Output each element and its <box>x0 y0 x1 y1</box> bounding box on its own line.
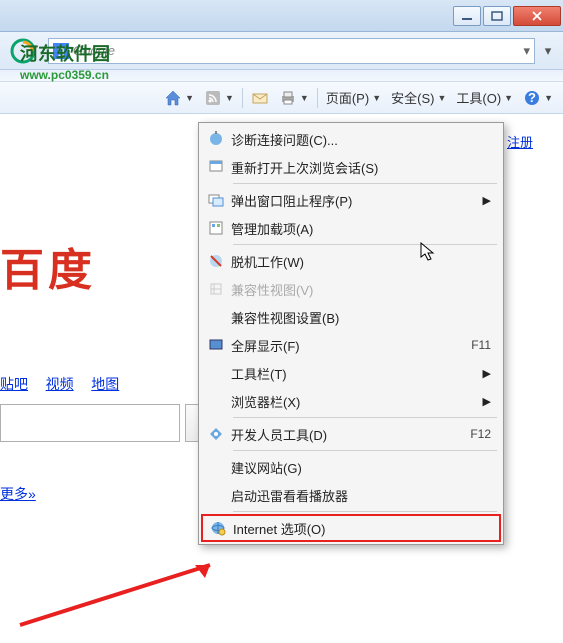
annotation-arrow-icon <box>10 560 230 633</box>
devtools-icon <box>201 425 231 443</box>
nav-links: 贴吧 视频 地图 <box>0 374 133 394</box>
printer-icon <box>279 89 297 107</box>
watermark-text: 河东软件园 www.pc0359.cn <box>20 40 110 82</box>
menu-suggested-sites[interactable]: 建议网站(G) <box>201 453 501 481</box>
search-input-box[interactable] <box>0 404 180 442</box>
search-input[interactable] <box>1 405 179 441</box>
submenu-arrow-icon: ▶ <box>483 395 491 408</box>
fullscreen-icon <box>201 336 231 354</box>
svg-text:?: ? <box>528 90 536 105</box>
popup-icon <box>201 191 231 209</box>
nav-map[interactable]: 地图 <box>91 376 119 392</box>
help-icon: ? <box>523 89 541 107</box>
help-button[interactable]: ?▼ <box>519 86 557 110</box>
nav-video[interactable]: 视频 <box>46 376 74 392</box>
feeds-button[interactable]: ▼ <box>200 86 238 110</box>
menu-devtools[interactable]: 开发人员工具(D) F12 <box>201 420 501 448</box>
rss-icon <box>204 89 222 107</box>
more-link[interactable]: 更多» <box>0 484 36 504</box>
offline-icon <box>201 252 231 270</box>
nav-tieba[interactable]: 贴吧 <box>0 376 28 392</box>
mail-button[interactable] <box>247 86 273 110</box>
address-dropdown-icon[interactable]: ▾ <box>539 42 557 60</box>
search-engine-box[interactable]: g Google ▾ <box>48 38 535 64</box>
menu-internet-options[interactable]: Internet 选项(O) <box>201 514 501 542</box>
menu-manage-addons[interactable]: 管理加载项(A) <box>201 214 501 242</box>
menu-explorer-bars[interactable]: 浏览器栏(X) ▶ <box>201 387 501 415</box>
print-button[interactable]: ▼ <box>275 86 313 110</box>
reopen-icon <box>201 158 231 176</box>
compat-icon <box>201 280 231 298</box>
menu-xunlei-player[interactable]: 启动迅雷看看播放器 <box>201 481 501 509</box>
internet-options-icon <box>203 519 233 537</box>
tools-dropdown-menu: 诊断连接问题(C)... 重新打开上次浏览会话(S) 弹出窗口阻止程序(P) ▶… <box>198 122 504 545</box>
close-button[interactable] <box>513 6 561 26</box>
menu-popup-blocker[interactable]: 弹出窗口阻止程序(P) ▶ <box>201 186 501 214</box>
submenu-arrow-icon: ▶ <box>483 367 491 380</box>
mail-icon <box>251 89 269 107</box>
command-toolbar: ▼ ▼ ▼ 页面(P)▼ 安全(S)▼ 工具(O)▼ ?▼ <box>0 82 563 114</box>
menu-diagnose[interactable]: 诊断连接问题(C)... <box>201 125 501 153</box>
maximize-button[interactable] <box>483 6 511 26</box>
menu-reopen-session[interactable]: 重新打开上次浏览会话(S) <box>201 153 501 181</box>
chevron-down-icon[interactable]: ▾ <box>523 43 530 59</box>
menu-compat-settings[interactable]: 兼容性视图设置(B) <box>201 303 501 331</box>
window-titlebar <box>0 0 563 32</box>
minimize-button[interactable] <box>453 6 481 26</box>
diagnose-icon <box>201 130 231 148</box>
page-menu-button[interactable]: 页面(P)▼ <box>322 86 385 110</box>
safety-menu-button[interactable]: 安全(S)▼ <box>387 86 450 110</box>
menu-toolbars[interactable]: 工具栏(T) ▶ <box>201 359 501 387</box>
home-button[interactable]: ▼ <box>160 86 198 110</box>
menu-work-offline[interactable]: 脱机工作(W) <box>201 247 501 275</box>
tools-menu-button[interactable]: 工具(O)▼ <box>452 86 517 110</box>
home-icon <box>164 89 182 107</box>
menu-compat-view: 兼容性视图(V) <box>201 275 501 303</box>
address-bar: 河东软件园 www.pc0359.cn g Google ▾ ▾ <box>0 32 563 70</box>
register-link[interactable]: 注册 <box>507 135 533 150</box>
mouse-cursor-icon <box>420 242 436 262</box>
menu-fullscreen[interactable]: 全屏显示(F) F11 <box>201 331 501 359</box>
page-title: 百度 <box>0 234 96 298</box>
addons-icon <box>201 219 231 237</box>
submenu-arrow-icon: ▶ <box>483 194 491 207</box>
